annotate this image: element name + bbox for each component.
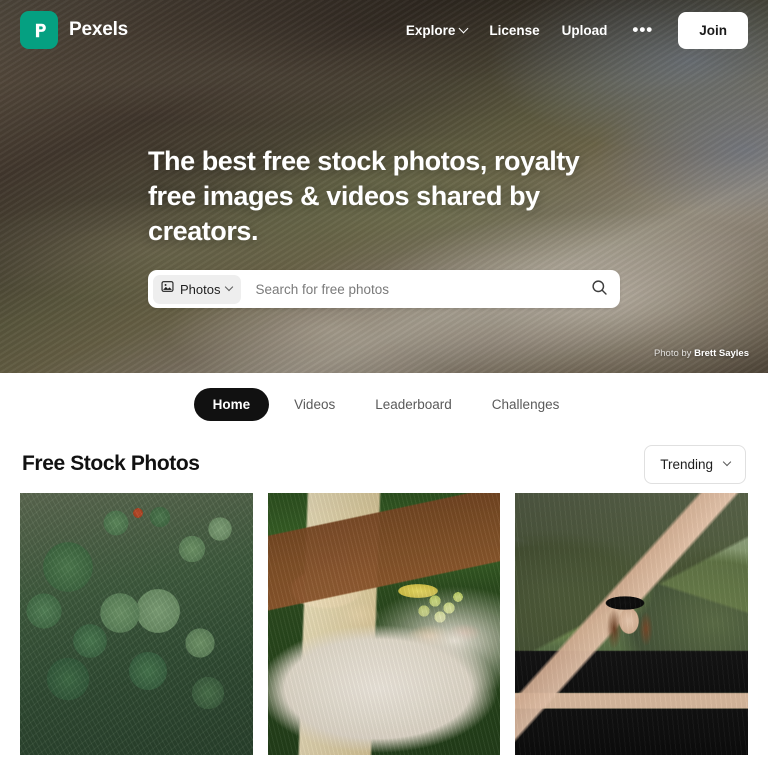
tab-videos[interactable]: Videos — [279, 388, 350, 421]
nav-item-license[interactable]: License — [489, 23, 539, 38]
tab-home[interactable]: Home — [193, 387, 270, 421]
header-nav: Explore License Upload ••• Join — [405, 11, 748, 49]
nav-item-explore[interactable]: Explore — [405, 22, 469, 38]
photo-credit-author: Brett Sayles — [694, 348, 749, 359]
brand-name: Pexels — [69, 19, 129, 40]
chevron-down-icon — [722, 457, 732, 467]
ellipsis-icon[interactable]: ••• — [629, 21, 656, 38]
search-bar: Photos — [148, 270, 620, 309]
photo-thumbnail — [515, 493, 749, 755]
category-tabs: Home Videos Leaderboard Challenges — [0, 373, 768, 435]
chevron-down-icon — [458, 23, 469, 33]
search-type-dropdown[interactable]: Photos — [153, 274, 242, 304]
photo-card-cactus[interactable] — [20, 493, 253, 755]
join-button[interactable]: Join — [678, 11, 748, 49]
nav-item-upload[interactable]: Upload — [562, 23, 608, 38]
hero-content: The best free stock photos, royalty free… — [148, 144, 628, 309]
sort-dropdown-label: Trending — [660, 456, 713, 472]
nav-item-explore-label: Explore — [405, 22, 456, 38]
tab-challenges[interactable]: Challenges — [477, 388, 575, 421]
photo-thumbnail — [267, 493, 501, 755]
photo-credit-prefix: Photo by — [653, 348, 695, 359]
search-input[interactable] — [241, 270, 582, 309]
site-header: Pexels Explore License Upload ••• Join — [0, 0, 768, 60]
search-icon — [591, 279, 608, 299]
tab-leaderboard[interactable]: Leaderboard — [360, 388, 467, 421]
search-submit-button[interactable] — [582, 272, 616, 306]
chevron-down-icon — [225, 283, 234, 292]
hero-section: Pexels Explore License Upload ••• Join T… — [0, 0, 768, 373]
page-title: Free Stock Photos — [22, 452, 200, 475]
search-type-label: Photos — [180, 281, 221, 297]
photo-thumbnail — [20, 493, 253, 755]
sort-dropdown-button[interactable]: Trending — [644, 444, 746, 484]
photo-credit: Photo by Brett Sayles — [654, 348, 749, 359]
photo-card-portrait[interactable] — [515, 493, 749, 755]
brand-logo-link[interactable]: Pexels — [20, 11, 128, 49]
pexels-p-logo-icon — [20, 11, 58, 49]
photo-grid — [0, 493, 768, 755]
photo-card-picnic[interactable] — [267, 493, 501, 755]
image-icon — [161, 280, 174, 298]
hero-title: The best free stock photos, royalty free… — [148, 146, 580, 247]
section-header: Free Stock Photos Trending — [0, 435, 768, 493]
